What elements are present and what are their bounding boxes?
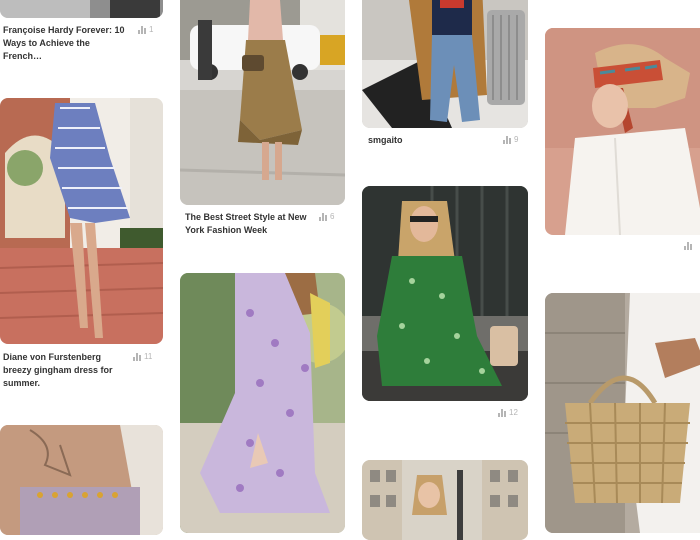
pin-image[interactable]: [362, 0, 528, 128]
pin-image[interactable]: [180, 0, 345, 205]
bar-chart-icon: [138, 25, 146, 34]
bar-chart-icon: [684, 242, 692, 250]
pin-title[interactable]: Diane von Furstenberg breezy gingham dre…: [3, 351, 128, 390]
pin-count: 6: [330, 212, 335, 221]
pin-stats: 9: [503, 135, 518, 144]
pin-image[interactable]: [545, 28, 700, 235]
pin-stats: [684, 242, 692, 250]
pin-count: 1: [149, 25, 154, 34]
pin-stats: 11: [133, 352, 152, 361]
bar-chart-icon: [133, 352, 141, 361]
pin-stats: 12: [498, 408, 518, 417]
pin-stats: 1: [138, 25, 153, 34]
bar-chart-icon: [503, 135, 511, 144]
pin-count: 11: [144, 352, 153, 361]
pin-image[interactable]: [0, 98, 163, 344]
pin-image[interactable]: [362, 460, 528, 540]
bar-chart-icon: [319, 212, 327, 221]
pin-count: 12: [509, 408, 518, 417]
pin-title[interactable]: smgaito: [368, 134, 458, 147]
bar-chart-icon: [498, 408, 506, 417]
pin-title[interactable]: Françoise Hardy Forever: 10 Ways to Achi…: [3, 24, 131, 63]
pin-image[interactable]: [0, 425, 163, 535]
pin-title[interactable]: The Best Street Style at New York Fashio…: [185, 211, 315, 237]
pin-count: 9: [514, 135, 519, 144]
pin-image[interactable]: [0, 0, 163, 18]
pin-image[interactable]: [180, 273, 345, 533]
pin-image[interactable]: [362, 186, 528, 401]
pin-image[interactable]: [545, 293, 700, 533]
pin-stats: 6: [319, 212, 334, 221]
